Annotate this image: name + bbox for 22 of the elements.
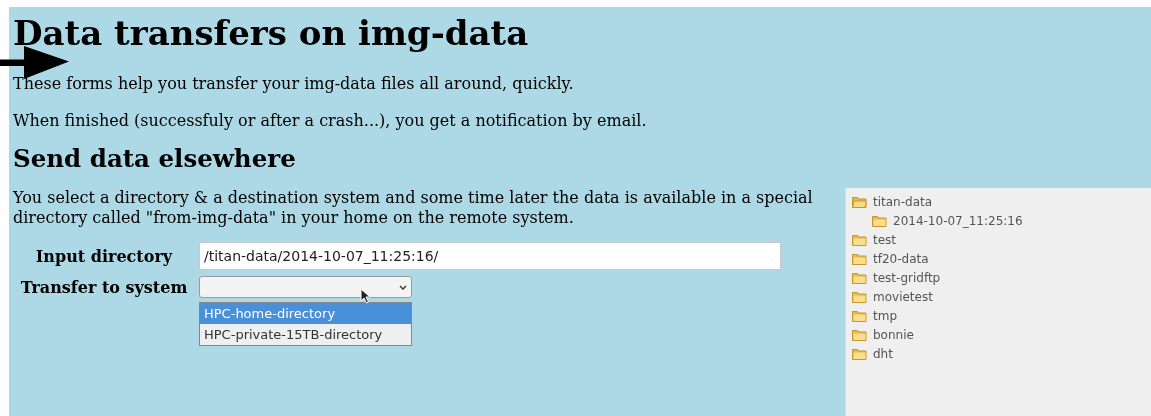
folder-icon <box>872 214 887 227</box>
tree-item[interactable]: movietest <box>846 287 1151 306</box>
section-heading: Send data elsewhere <box>12 144 297 174</box>
dropdown-option[interactable]: HPC-private-15TB-directory <box>200 324 411 345</box>
input-field[interactable]: /titan-data/2014-10-07_11:25:16/ <box>199 242 781 270</box>
field-label: Input directory <box>34 246 174 266</box>
select-field[interactable] <box>199 276 412 298</box>
intro-text: When finished (successfuly or after a crash...), you get a notification by email. <box>12 111 648 131</box>
tree-item[interactable]: test-gridftp <box>846 268 1151 287</box>
intro-text: These forms help you transfer your img-data files all around, quickly. <box>12 74 575 94</box>
section-description: You select a directory & a destination system and some time later the data is available in a special directory called "from-img-data" in your home on the remote system. <box>13 188 814 228</box>
caret-icon <box>399 284 407 290</box>
tree-item[interactable]: titan-data <box>846 192 1151 211</box>
tree-item[interactable]: bonnie <box>846 325 1151 344</box>
page-title: Data transfers on img-data <box>12 12 530 53</box>
cursor-icon <box>360 288 371 304</box>
tree-item[interactable]: 2014-10-07_11:25:16 <box>846 211 1151 230</box>
tree-item[interactable]: tmp <box>846 306 1151 325</box>
tree-item[interactable]: dht <box>846 344 1151 363</box>
field-label: Transfer to system <box>19 277 189 297</box>
tree-item[interactable]: test <box>846 230 1151 249</box>
tree-item[interactable]: tf20-data <box>846 249 1151 268</box>
